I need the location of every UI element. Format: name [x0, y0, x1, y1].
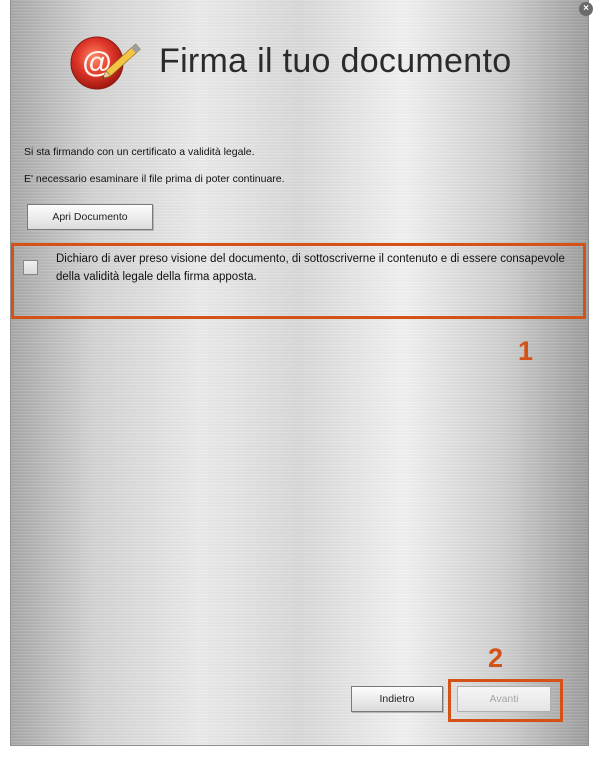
examine-file-info-text: E' necessario esaminare il file prima di…	[24, 173, 285, 185]
sign-document-dialog: @ Firma il tuo documento Si sta firmando…	[10, 0, 589, 746]
legal-certificate-info-text: Si sta firmando con un certificato a val…	[24, 146, 255, 158]
step-1-annotation: 1	[518, 336, 534, 366]
declaration-label[interactable]: Dichiaro di aver preso visione del docum…	[56, 250, 571, 286]
back-button[interactable]: Indietro	[351, 686, 443, 712]
step-2-annotation: 2	[488, 643, 504, 673]
declaration-checkbox[interactable]	[23, 260, 38, 275]
at-sign-pen-logo-icon: @	[70, 36, 141, 90]
close-icon[interactable]: ×	[579, 2, 593, 16]
open-document-button[interactable]: Apri Documento	[27, 204, 153, 230]
next-button[interactable]: Avanti	[457, 686, 551, 712]
dialog-title: Firma il tuo documento	[159, 42, 512, 80]
